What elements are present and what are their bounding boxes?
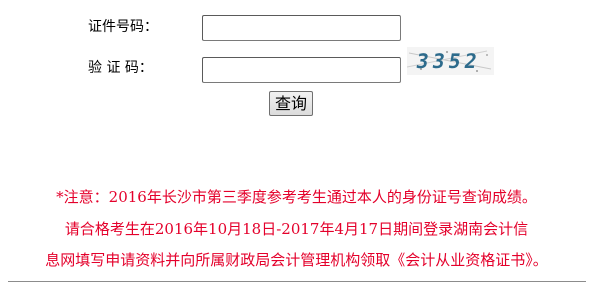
notice-line-3: 息网填写申请资料并向所属财政局会计管理机构领取《会计从业资格证书》。 xyxy=(45,251,548,269)
captcha-input[interactable] xyxy=(202,57,401,83)
captcha-image[interactable]: 3352 xyxy=(407,47,494,75)
id-number-input[interactable] xyxy=(202,15,401,41)
captcha-text: 3352 xyxy=(414,49,482,73)
captcha-label: 验 证 码： xyxy=(88,60,153,76)
notice-line-2: 请合格考生在2016年10月18日-2017年4月17日期间登录湖南会计信 xyxy=(64,220,529,238)
id-number-label: 证件号码： xyxy=(88,19,158,35)
notice-line-1: *注意：2016年长沙市第三季度参考考生通过本人的身份证号查询成绩。 xyxy=(56,188,537,206)
bottom-divider xyxy=(8,281,586,282)
query-button[interactable]: 查询 xyxy=(269,91,313,116)
